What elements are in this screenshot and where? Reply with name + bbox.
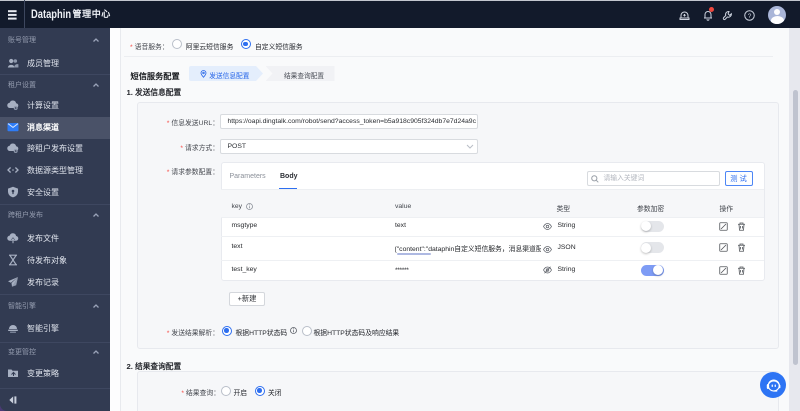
svg-text:?: ?	[748, 12, 752, 19]
